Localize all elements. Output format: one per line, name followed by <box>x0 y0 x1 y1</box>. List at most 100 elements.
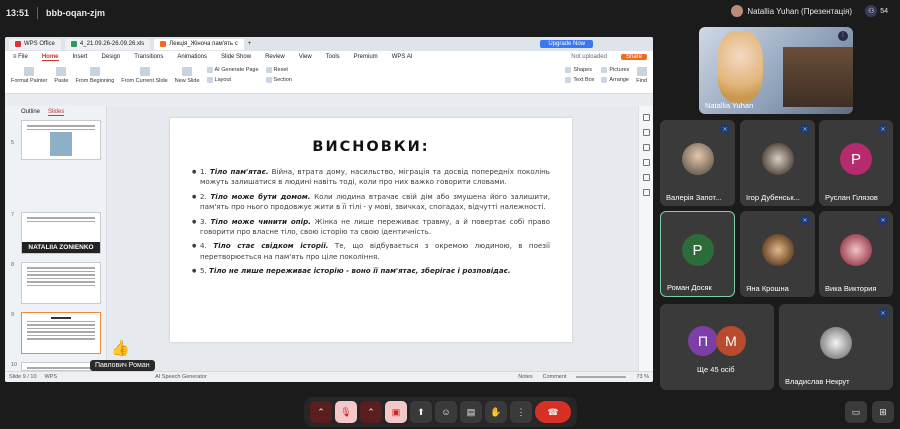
present-screen-icon[interactable]: ⬆ <box>410 401 432 423</box>
menu-review[interactable]: Review <box>265 54 285 60</box>
shapes-button[interactable]: Shapes <box>565 67 594 73</box>
bullet-lead: Тіло може бути домом. <box>210 191 311 201</box>
share-button[interactable]: Share <box>620 54 647 60</box>
menu-home[interactable]: Home <box>41 54 59 61</box>
participant-tile-speaking[interactable]: Р Роман Досяк <box>660 211 735 297</box>
design-icon[interactable] <box>642 159 650 166</box>
layout-button[interactable]: Layout <box>206 77 259 83</box>
raise-hand-icon[interactable]: ✋ <box>485 401 507 423</box>
camera-off-icon[interactable]: ▣ <box>385 401 407 423</box>
notes-button[interactable]: Notes <box>518 374 532 380</box>
slide-thumbnail[interactable] <box>21 362 101 371</box>
spreadsheet-icon <box>70 41 77 47</box>
slide-thumbnail[interactable]: NATALIIA ZONIENKO <box>21 212 101 254</box>
mic-off-icon[interactable]: 🎙 <box>335 401 357 423</box>
pictures-button[interactable]: Pictures <box>601 67 629 73</box>
settings-icon[interactable] <box>642 189 650 196</box>
textbox-icon <box>565 77 572 83</box>
tab-outline[interactable]: Outline <box>21 109 40 116</box>
audio-level-icon: ⁞ <box>838 31 848 41</box>
new-tab-button[interactable]: + <box>248 41 252 47</box>
menu-animations[interactable]: Animations <box>177 54 207 60</box>
pane-tabs: Outline Slides <box>5 106 106 116</box>
participant-tile[interactable]: ✕ Ігор Дубенськ... <box>740 120 815 206</box>
slide-thumbnail-selected[interactable] <box>21 312 101 354</box>
more-options-icon[interactable]: ⋮ <box>510 401 532 423</box>
captions-icon[interactable]: ▤ <box>460 401 482 423</box>
shape-icon[interactable] <box>642 174 650 181</box>
upload-status[interactable]: Not uploaded <box>571 54 607 60</box>
more-participants-tile[interactable]: П М Ще 45 осіб <box>660 304 774 390</box>
tab-presentation[interactable]: Лекція_Жіноча пам'ять с <box>154 38 244 50</box>
text-box-button[interactable]: Text Box <box>565 77 594 83</box>
video-background <box>783 47 853 107</box>
participant-tile-presenter[interactable]: ⁞ Natallia Yuhan <box>699 27 853 114</box>
chat-icon[interactable]: ▭ <box>845 401 867 423</box>
bullet-number: 3. <box>200 216 207 226</box>
reset-button[interactable]: Reset <box>265 67 292 73</box>
meeting-code[interactable]: bbb-oqan-zjm <box>46 8 105 18</box>
participant-tile[interactable]: ✕ Владислав Некрут <box>779 304 893 390</box>
menu-file[interactable]: ≡ File <box>13 54 28 60</box>
bullet-item: 1. Тіло пам'ятає. Війна, втрата дому, на… <box>192 167 550 188</box>
slide-thumbnail[interactable] <box>21 120 101 160</box>
current-slide[interactable]: ВИСНОВКИ: 1. Тіло пам'ятає. Війна, втрат… <box>170 118 572 342</box>
format-painter-button[interactable]: Format Painter <box>11 67 47 84</box>
ribbon-label: Layout <box>214 77 232 83</box>
emoji-icon[interactable]: ☺ <box>435 401 457 423</box>
participant-name: Роман Досяк <box>667 283 712 292</box>
menu-transitions[interactable]: Transitions <box>134 54 163 60</box>
upgrade-button[interactable]: Upgrade Now <box>540 40 593 48</box>
find-icon <box>636 67 647 76</box>
mic-off-icon: ✕ <box>878 124 888 134</box>
participant-tile[interactable]: ✕ Яна Крошна <box>740 211 815 297</box>
comment-button[interactable]: Comment <box>543 374 567 380</box>
avatar: Р <box>681 234 714 266</box>
ribbon-group-reset: Reset Section <box>265 67 292 83</box>
ai-generate-page-button[interactable]: AI Generate Page <box>206 67 259 73</box>
menu-design[interactable]: Design <box>102 54 121 60</box>
section-button[interactable]: Section <box>265 77 292 83</box>
zoom-slider[interactable] <box>576 376 627 378</box>
menu-wps-ai[interactable]: WPS AI <box>392 54 413 60</box>
new-slide-button[interactable]: New Slide <box>175 67 200 84</box>
thumbs-up-reaction: 👍 <box>111 340 130 357</box>
ai-speech-button[interactable]: AI Speech Generator <box>155 374 207 380</box>
menu-slideshow[interactable]: Slide Show <box>221 54 251 60</box>
clock: 13:51 <box>6 8 30 18</box>
presenter-indicator[interactable]: Natallia Yuhan (Презентація) <box>731 5 852 17</box>
transition-icon[interactable] <box>642 144 650 151</box>
avatar: М <box>716 326 746 356</box>
slide-counter: Slide 9 / 10 <box>9 374 37 380</box>
shared-screen: WPS Office 4_21.09.26-26.09.26.xls Лекці… <box>5 37 653 382</box>
mic-options-button[interactable]: ⌃ <box>310 401 332 423</box>
camera-options-button[interactable]: ⌃ <box>360 401 382 423</box>
hang-up-icon[interactable]: ☎ <box>535 401 571 423</box>
find-button[interactable]: Find <box>636 67 647 84</box>
slide-number: 5 <box>11 140 15 146</box>
tab-wps-office[interactable]: WPS Office <box>9 38 61 50</box>
zoom-level[interactable]: 73 % <box>636 374 649 380</box>
from-beginning-button[interactable]: From Beginning <box>75 67 114 84</box>
participant-tile[interactable]: Р ✕ Руслан Гілязов <box>819 120 893 206</box>
menu-tools[interactable]: Tools <box>326 54 340 60</box>
from-current-button[interactable]: From Current Slide <box>121 67 168 84</box>
menu-view[interactable]: View <box>299 54 312 60</box>
bullet-lead: Тіло пам'ятає. <box>209 167 269 176</box>
arrange-button[interactable]: Arrange <box>601 77 629 83</box>
participants-button[interactable]: ⚇ 54 <box>865 5 888 17</box>
activities-icon[interactable]: ⊞ <box>872 401 894 423</box>
animation-icon[interactable] <box>642 129 650 136</box>
participant-tile[interactable]: ✕ Вика Виктория <box>819 211 893 297</box>
participant-tile[interactable]: ✕ Валерія Запот... <box>660 120 735 206</box>
tab-slides[interactable]: Slides <box>48 109 65 116</box>
bullet-number: 2. <box>200 191 207 201</box>
slide-number: 9 <box>11 312 15 318</box>
properties-icon[interactable] <box>642 114 650 121</box>
slide-thumbnail[interactable] <box>21 262 101 304</box>
bullet-number: 4. <box>200 241 207 251</box>
menu-premium[interactable]: Premium <box>354 54 378 60</box>
menu-insert[interactable]: Insert <box>73 54 88 60</box>
paste-button[interactable]: Paste <box>54 67 68 84</box>
tab-spreadsheet[interactable]: 4_21.09.26-26.09.26.xls <box>64 38 151 50</box>
